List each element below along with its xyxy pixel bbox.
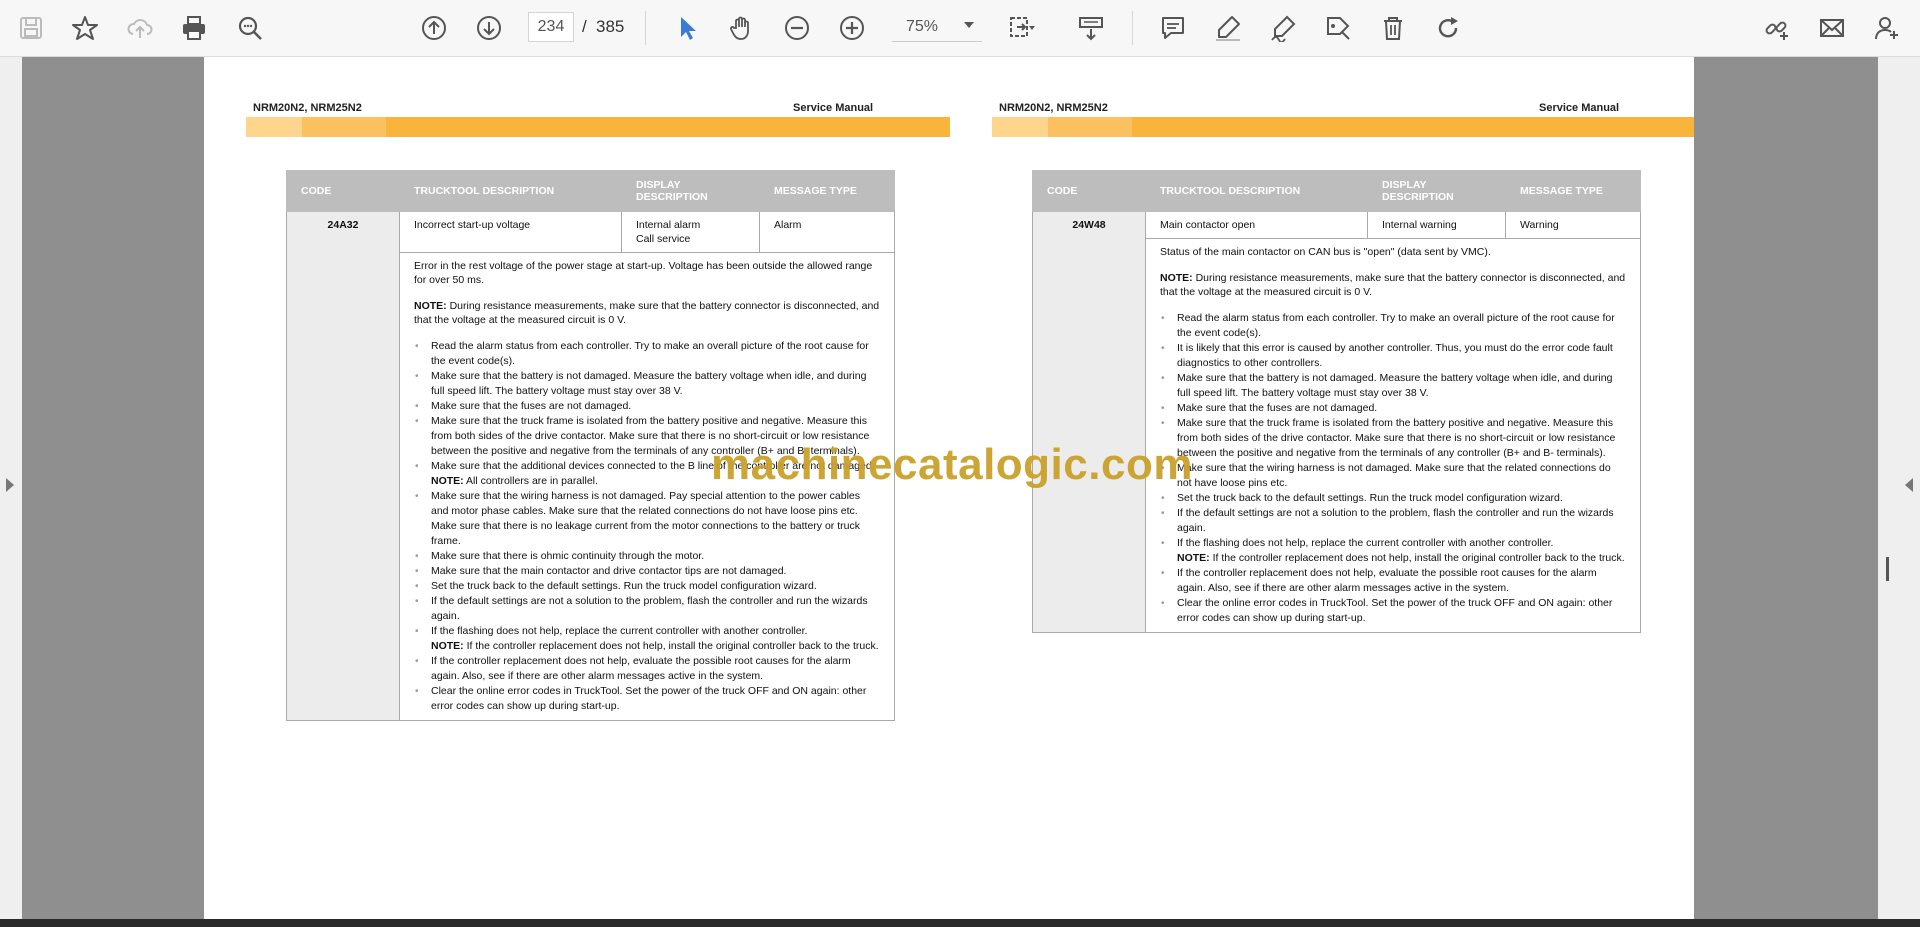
email-icon[interactable] (1813, 9, 1851, 47)
steps-list: Read the alarm status from each controll… (414, 339, 880, 714)
list-item: Make sure that the wiring harness is not… (1161, 461, 1626, 491)
page-header-title: Service Manual (793, 102, 874, 114)
col-header-code: CODE (1032, 170, 1146, 212)
list-item: If the flashing does not help, replace t… (415, 624, 880, 654)
page-header-model: NRM20N2, NRM25N2 (253, 102, 362, 114)
list-item: Read the alarm status from each controll… (415, 339, 880, 369)
print-icon[interactable] (175, 9, 213, 47)
expand-left-panel-icon[interactable] (6, 478, 14, 492)
list-item: Make sure that the battery is not damage… (415, 369, 880, 399)
edit-tag-icon[interactable] (1319, 9, 1357, 47)
col-header-display: DISPLAY DESCRIPTION (1367, 170, 1506, 212)
fit-page-icon[interactable] (1002, 9, 1040, 47)
search-zoom-icon[interactable] (231, 9, 269, 47)
share-link-icon[interactable] (1758, 9, 1796, 47)
zoom-select[interactable]: 75% (892, 12, 982, 42)
list-item: Make sure that the fuses are not damaged… (415, 399, 880, 414)
col-header-trucktool: TRUCKTOOL DESCRIPTION (399, 170, 622, 212)
display-description: Internal alarm Call service (621, 211, 760, 253)
list-item: If the flashing does not help, replace t… (1161, 536, 1626, 566)
trucktool-description: Incorrect start-up voltage (399, 211, 622, 253)
toolbar-divider (645, 11, 646, 45)
list-item: If the controller replacement does not h… (415, 654, 880, 684)
troubleshooting-description: Status of the main contactor on CAN bus … (1145, 238, 1641, 633)
scrollbar-handle[interactable] (1886, 557, 1889, 581)
right-panel-strip (1878, 57, 1920, 919)
error-code: 24A32 (286, 211, 400, 721)
display-description: Internal warning (1367, 211, 1506, 239)
page-header-model: NRM20N2, NRM25N2 (999, 102, 1108, 114)
zoom-value: 75% (906, 18, 939, 35)
note-paragraph: NOTE: During resistance measurements, ma… (1160, 272, 1626, 298)
trucktool-description: Main contactor open (1145, 211, 1368, 239)
message-type: Warning (1505, 211, 1641, 239)
col-header-trucktool: TRUCKTOOL DESCRIPTION (1145, 170, 1368, 212)
page-down-icon[interactable] (470, 9, 508, 47)
list-item: Make sure that the battery is not damage… (1161, 371, 1626, 401)
highlight-pen-icon[interactable] (1209, 9, 1247, 47)
list-item: Clear the online error codes in TruckToo… (1161, 596, 1626, 626)
list-item: Set the truck back to the default settin… (1161, 491, 1626, 506)
list-item: Make sure that the fuses are not damaged… (1161, 401, 1626, 416)
list-item: Make sure that the wiring harness is not… (415, 489, 880, 549)
list-item: If the default settings are not a soluti… (415, 594, 880, 624)
sign-pen-icon[interactable] (1264, 9, 1302, 47)
col-header-display: DISPLAY DESCRIPTION (621, 170, 760, 212)
list-item: Clear the online error codes in TruckToo… (415, 684, 880, 714)
bookmark-star-icon[interactable] (66, 9, 104, 47)
steps-list: Read the alarm status from each controll… (1160, 311, 1626, 626)
page-separator: / (582, 17, 587, 36)
toolbar: / 385 75% (0, 0, 1920, 57)
message-type: Alarm (759, 211, 895, 253)
list-item: Make sure that there is ohmic continuity… (415, 549, 880, 564)
list-item: Make sure that the truck frame is isolat… (1161, 416, 1626, 461)
upload-cloud-icon[interactable] (121, 9, 159, 47)
chevron-down-icon (964, 22, 974, 28)
zoom-in-icon[interactable] (833, 9, 871, 47)
toolbar-divider (1132, 11, 1133, 45)
taskbar-edge (0, 919, 1920, 927)
col-header-message-type: MESSAGE TYPE (1505, 170, 1641, 212)
intro-text: Status of the main contactor on CAN bus … (1160, 246, 1491, 258)
page-header-title: Service Manual (1539, 102, 1620, 114)
list-item: If the default settings are not a soluti… (1161, 506, 1626, 536)
list-item: Set the truck back to the default settin… (415, 579, 880, 594)
select-cursor-icon[interactable] (668, 9, 706, 47)
list-item: If the controller replacement does not h… (1161, 566, 1626, 596)
list-item: Read the alarm status from each controll… (1161, 311, 1626, 341)
error-code: 24W48 (1032, 211, 1146, 633)
list-item: It is likely that this error is caused b… (1161, 341, 1626, 371)
page-total: 385 (596, 17, 625, 36)
col-header-message-type: MESSAGE TYPE (759, 170, 895, 212)
header-color-band (246, 117, 950, 137)
page-number-input[interactable] (528, 12, 574, 42)
zoom-out-icon[interactable] (778, 9, 816, 47)
scroll-mode-icon[interactable] (1072, 9, 1110, 47)
add-user-icon[interactable] (1868, 9, 1906, 47)
hand-tool-icon[interactable] (723, 9, 761, 47)
save-icon[interactable] (12, 9, 50, 47)
comment-icon[interactable] (1154, 9, 1192, 47)
page-up-icon[interactable] (415, 9, 453, 47)
list-item: Make sure that the main contactor and dr… (415, 564, 880, 579)
watermark-text: machinecatalogic.com (711, 440, 1193, 489)
header-color-band (992, 117, 1694, 137)
expand-right-panel-icon[interactable] (1905, 478, 1913, 492)
intro-text: Error in the rest voltage of the power s… (414, 260, 873, 286)
rotate-icon[interactable] (1429, 9, 1467, 47)
error-code-table: CODE TRUCKTOOL DESCRIPTION DISPLAY DESCR… (1032, 170, 1641, 633)
delete-icon[interactable] (1374, 9, 1412, 47)
col-header-code: CODE (286, 170, 400, 212)
note-paragraph: NOTE: During resistance measurements, ma… (414, 300, 880, 326)
